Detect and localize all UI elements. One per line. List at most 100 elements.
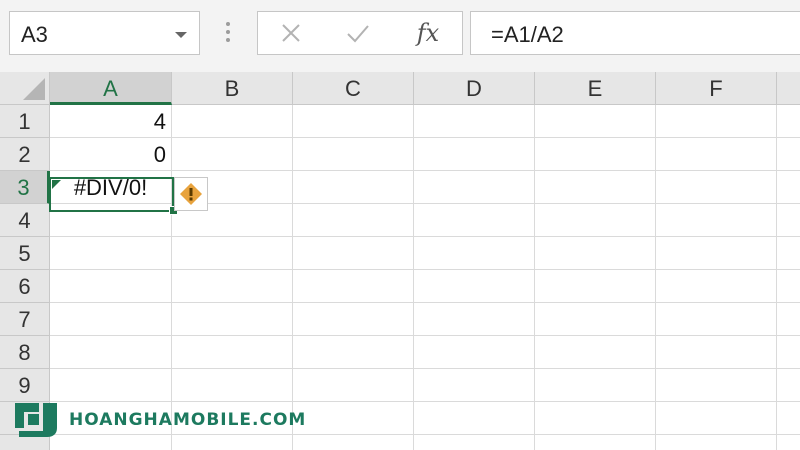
grid-cell[interactable] — [414, 303, 535, 336]
grid-cell[interactable] — [414, 435, 535, 450]
grid-cell[interactable] — [656, 270, 777, 303]
grid-cell[interactable] — [293, 237, 414, 270]
grid-cell[interactable] — [293, 138, 414, 171]
grid-cell[interactable] — [293, 105, 414, 138]
grid-cell[interactable] — [656, 369, 777, 402]
fx-label: fx — [416, 19, 440, 47]
grid-cell[interactable] — [172, 336, 293, 369]
formula-text: =A1/A2 — [491, 22, 564, 47]
column-header-b[interactable]: B — [172, 72, 293, 105]
grid-cell[interactable] — [777, 336, 800, 369]
grid-cell[interactable] — [656, 171, 777, 204]
error-check-button[interactable] — [174, 177, 208, 211]
grid-cell[interactable] — [656, 336, 777, 369]
grid-cell[interactable] — [50, 237, 172, 270]
grid-cell[interactable] — [414, 237, 535, 270]
grid-cell[interactable] — [535, 270, 656, 303]
grid-cell[interactable] — [172, 303, 293, 336]
row-header-6[interactable]: 6 — [0, 270, 50, 303]
grid-cell[interactable] — [293, 270, 414, 303]
grid-cell[interactable] — [777, 270, 800, 303]
grid-cell[interactable] — [293, 369, 414, 402]
column-header-c[interactable]: C — [293, 72, 414, 105]
grid-cell[interactable] — [535, 369, 656, 402]
grid-cell[interactable] — [293, 435, 414, 450]
cancel-button[interactable] — [261, 12, 321, 54]
grid-cell[interactable] — [535, 138, 656, 171]
grid-cell[interactable] — [535, 336, 656, 369]
grid-cell[interactable] — [293, 402, 414, 435]
grid-cell[interactable] — [777, 237, 800, 270]
grid-cell[interactable] — [50, 303, 172, 336]
grid-cell[interactable] — [414, 402, 535, 435]
column-header-d[interactable]: D — [414, 72, 535, 105]
grid-cell[interactable] — [50, 369, 172, 402]
row-header-4[interactable]: 4 — [0, 204, 50, 237]
grid-cell[interactable] — [50, 270, 172, 303]
insert-function-button[interactable]: fx — [398, 12, 458, 54]
grid-cell[interactable] — [535, 435, 656, 450]
grid-cell[interactable] — [172, 270, 293, 303]
grid-cell[interactable] — [535, 171, 656, 204]
grid-cell[interactable] — [777, 303, 800, 336]
grid-cell[interactable] — [777, 171, 800, 204]
grid-cell[interactable] — [535, 204, 656, 237]
grid-cell[interactable] — [50, 204, 172, 237]
grid-cell[interactable] — [414, 105, 535, 138]
cell-a2[interactable]: 0 — [50, 138, 172, 171]
grid-cell[interactable] — [172, 237, 293, 270]
grid-cell[interactable] — [656, 402, 777, 435]
select-all-button[interactable] — [0, 72, 50, 105]
grid-cell[interactable] — [414, 204, 535, 237]
spreadsheet-window: A3 fx =A1/A2 A B C D E F 1 2 3 4 5 6 7 8… — [0, 0, 800, 450]
grid-cell[interactable] — [414, 171, 535, 204]
row-header-2[interactable]: 2 — [0, 138, 50, 171]
grid-cell[interactable] — [535, 237, 656, 270]
column-header-e[interactable]: E — [535, 72, 656, 105]
chevron-down-icon[interactable] — [175, 32, 187, 38]
grid-cell[interactable] — [777, 369, 800, 402]
grid-cell[interactable] — [777, 138, 800, 171]
grid-cell[interactable] — [535, 105, 656, 138]
grid-cell[interactable] — [656, 435, 777, 450]
formula-input[interactable]: =A1/A2 — [470, 11, 800, 55]
grid-cell[interactable] — [293, 204, 414, 237]
grid-cell[interactable] — [656, 204, 777, 237]
grid-cell[interactable] — [293, 171, 414, 204]
grid-cell[interactable] — [535, 303, 656, 336]
grid-cell[interactable] — [172, 138, 293, 171]
row-header-7[interactable]: 7 — [0, 303, 50, 336]
grid-cell[interactable] — [414, 369, 535, 402]
cell-a3[interactable]: #DIV/0! — [50, 171, 172, 204]
grid-cell[interactable] — [293, 303, 414, 336]
grid-cell[interactable] — [777, 105, 800, 138]
cell-a1[interactable]: 4 — [50, 105, 172, 138]
row-header-9[interactable]: 9 — [0, 369, 50, 402]
row-header-3[interactable]: 3 — [0, 171, 50, 204]
row-header-1[interactable]: 1 — [0, 105, 50, 138]
row-header-5[interactable]: 5 — [0, 237, 50, 270]
column-header-partial[interactable] — [777, 72, 800, 105]
grid-cell[interactable] — [777, 435, 800, 450]
grid-cell[interactable] — [50, 336, 172, 369]
grid-cell[interactable] — [172, 369, 293, 402]
row-header-8[interactable]: 8 — [0, 336, 50, 369]
check-icon — [347, 25, 369, 43]
grid-cell[interactable] — [172, 105, 293, 138]
name-box[interactable]: A3 — [9, 11, 200, 55]
grip-dots-icon[interactable] — [226, 22, 230, 46]
grid-cell[interactable] — [656, 138, 777, 171]
grid-cell[interactable] — [414, 270, 535, 303]
grid-cell[interactable] — [656, 237, 777, 270]
grid-cell[interactable] — [535, 402, 656, 435]
grid-cell[interactable] — [777, 204, 800, 237]
grid-cell[interactable] — [656, 105, 777, 138]
grid-cell[interactable] — [777, 402, 800, 435]
column-header-a[interactable]: A — [50, 72, 172, 105]
column-header-f[interactable]: F — [656, 72, 777, 105]
grid-cell[interactable] — [656, 303, 777, 336]
grid-cell[interactable] — [293, 336, 414, 369]
grid-cell[interactable] — [414, 336, 535, 369]
enter-button[interactable] — [328, 12, 388, 54]
grid-cell[interactable] — [414, 138, 535, 171]
